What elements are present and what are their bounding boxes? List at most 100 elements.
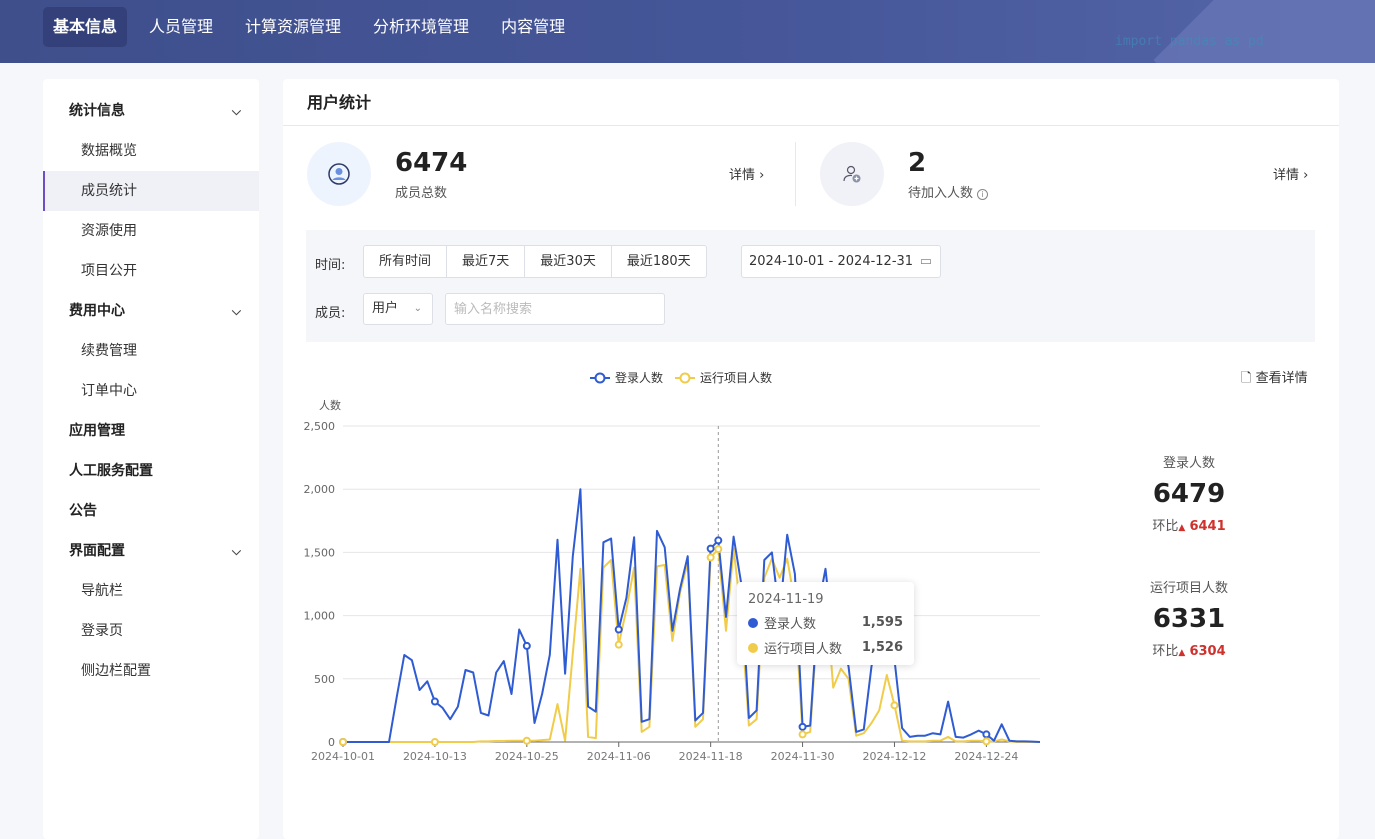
time-range-selector: 所有时间 最近7天 最近30天 最近180天 — [363, 245, 707, 278]
sidebar-item-label: 人工服务配置 — [69, 463, 153, 479]
chevron-down-icon: ⌵ — [231, 104, 241, 118]
pending-join-detail-link[interactable]: 详情 › — [1273, 164, 1308, 183]
pending-join-value: 2 — [908, 148, 927, 178]
kpi-running-ratio: 环比▲ 6304 — [1129, 640, 1249, 659]
page-title: 用户统计 — [283, 79, 1339, 126]
sidebar-item-label: 成员统计 — [81, 183, 137, 199]
time-label: 时间: — [315, 258, 346, 273]
sidebar-item[interactable]: 登录页 — [43, 611, 259, 651]
tooltip-date: 2024-11-19 — [748, 592, 824, 607]
sidebar-item[interactable]: 续费管理 — [43, 331, 259, 371]
x-tick-label: 2024-10-13 — [403, 750, 467, 763]
kpi-login: 登录人数 6479 环比▲ 6441 — [1129, 452, 1249, 534]
sidebar: 统计信息 ⌵ 数据概览成员统计资源使用项目公开费用中心 ⌵ 续费管理 订单中心 应用管理人工… — [43, 79, 259, 839]
member-type-value: 用户 — [372, 301, 399, 316]
range-all-time[interactable]: 所有时间 — [364, 246, 448, 277]
sidebar-item[interactable]: 公告 — [43, 491, 259, 531]
nav-compute-resources[interactable]: 计算资源管理 — [235, 7, 351, 47]
member-type-select[interactable]: 用户 ⌄ — [363, 293, 433, 325]
tooltip-running-name: 运行项目人数 — [764, 642, 843, 657]
line-chart: 0 500 1,000 1,500 2,000 2,500 2024-10-01 2024-1… — [304, 420, 1041, 763]
pending-join-label: 待加入人数 i — [908, 182, 989, 201]
range-last-180-days[interactable]: 最近180天 — [612, 246, 706, 277]
nav-personnel[interactable]: 人员管理 — [139, 7, 223, 47]
sidebar-item[interactable]: 导航栏 — [43, 571, 259, 611]
sidebar-item[interactable]: 项目公开 — [43, 251, 259, 291]
login-dot-icon — [748, 617, 758, 628]
running-dot-icon — [748, 642, 758, 653]
range-last-7-days[interactable]: 最近7天 — [447, 246, 526, 277]
member-total-value: 6474 — [395, 148, 468, 178]
sidebar-item-label: 费用中心 — [69, 303, 125, 319]
x-tick-label: 2024-12-24 — [954, 750, 1018, 763]
sidebar-item[interactable]: 资源使用 — [43, 211, 259, 251]
kpi-running-title: 运行项目人数 — [1149, 581, 1228, 596]
chevron-down-icon: ⌵ — [231, 544, 241, 558]
nav-content[interactable]: 内容管理 — [491, 7, 575, 47]
data-point-0 — [430, 697, 439, 706]
arrow-up-icon: ▲ — [1178, 523, 1186, 533]
tooltip-login-name: 登录人数 — [764, 617, 817, 632]
member-total-stat: 6474 成员总数 详情 › — [307, 142, 777, 206]
sidebar-item[interactable]: 费用中心 ⌵ — [43, 291, 259, 331]
y-tick-label: 500 — [314, 673, 335, 686]
nav-analysis-env[interactable]: 分析环境管理 — [363, 7, 479, 47]
banner-code-text: import pandas as pd — [1115, 34, 1264, 49]
sidebar-item-label: 数据概览 — [81, 143, 137, 159]
data-point-0 — [798, 722, 807, 731]
ratio-value: 6441 — [1189, 519, 1226, 534]
pending-join-label-text: 待加入人数 — [908, 186, 974, 201]
tooltip-running-value: 1,526 — [861, 640, 903, 655]
range-last-30-days[interactable]: 最近30天 — [525, 246, 612, 277]
date-range-picker[interactable]: 2024-10-01 - 2024-12-31 ▭ — [741, 245, 941, 278]
data-point-0 — [714, 536, 723, 545]
chevron-down-icon: ⌄ — [413, 303, 422, 314]
sidebar-item-label: 项目公开 — [81, 263, 137, 279]
x-tick-label: 2024-11-18 — [679, 750, 743, 763]
ratio-value: 6304 — [1189, 644, 1226, 659]
divider — [795, 142, 796, 206]
user-icon — [307, 142, 371, 206]
kpi-login-value: 6479 — [1152, 479, 1226, 509]
sidebar-item[interactable]: 统计信息 ⌵ — [43, 91, 259, 131]
member-label: 成员: — [315, 306, 346, 321]
ratio-label: 环比 — [1152, 519, 1179, 534]
arrow-up-icon: ▲ — [1178, 648, 1186, 658]
sidebar-item-label: 统计信息 — [69, 103, 125, 119]
date-range-value: 2024-10-01 - 2024-12-31 — [749, 254, 914, 269]
sidebar-item[interactable]: 侧边栏配置 — [43, 651, 259, 691]
data-point-0 — [614, 625, 623, 634]
x-tick-label: 2024-11-06 — [587, 750, 651, 763]
y-tick-label: 1,000 — [304, 610, 336, 623]
pending-join-stat: 2 待加入人数 i 详情 › — [820, 142, 1315, 206]
sidebar-item[interactable]: 应用管理 — [43, 411, 259, 451]
sidebar-item[interactable]: 订单中心 — [43, 371, 259, 411]
member-total-detail-link[interactable]: 详情 › — [729, 164, 764, 183]
chevron-down-icon: ⌵ — [231, 304, 241, 318]
tooltip-login-value: 1,595 — [861, 615, 903, 630]
banner-decoration — [1153, 0, 1375, 63]
calendar-icon: ▭ — [919, 254, 932, 269]
sidebar-item[interactable]: 数据概览 — [43, 131, 259, 171]
x-tick-label: 2024-10-25 — [495, 750, 559, 763]
view-details-link[interactable]: 🗋 查看详情 — [1241, 367, 1308, 391]
sidebar-item[interactable]: 界面配置 ⌵ — [43, 531, 259, 571]
data-point-1 — [982, 737, 991, 746]
nav-basic-info[interactable]: 基本信息 — [43, 7, 128, 47]
data-point-1 — [714, 545, 723, 554]
info-icon[interactable]: i — [977, 189, 989, 200]
top-navigation-bar: import pandas as pd 基本信息 人员管理 计算资源管理 分析环… — [0, 0, 1375, 63]
data-point-0 — [706, 544, 715, 553]
name-search-input[interactable] — [445, 293, 665, 325]
view-details-label: 查看详情 — [1255, 371, 1308, 386]
kpi-login-title: 登录人数 — [1162, 456, 1215, 471]
member-total-label: 成员总数 — [395, 186, 448, 201]
sidebar-item[interactable]: 人工服务配置 — [43, 451, 259, 491]
top-nav: 基本信息 人员管理 计算资源管理 分析环境管理 内容管理 — [43, 7, 587, 47]
data-point-1 — [430, 738, 439, 746]
y-tick-label: 0 — [328, 736, 335, 749]
y-tick-label: 2,000 — [304, 483, 336, 496]
tooltip-row-login: 登录人数 1,595 — [748, 613, 903, 632]
sidebar-item[interactable]: 成员统计 — [43, 171, 259, 211]
x-tick-label: 2024-10-01 — [311, 750, 375, 763]
